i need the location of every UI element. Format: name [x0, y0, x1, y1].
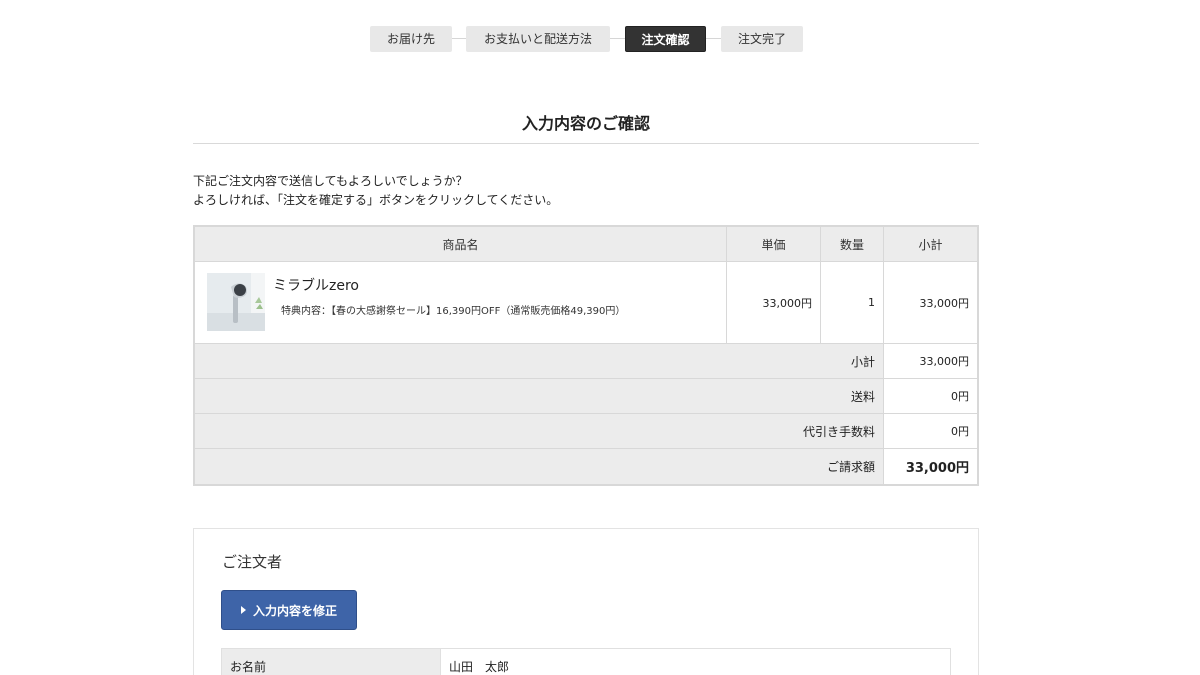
edit-button-label: 入力内容を修正	[252, 603, 337, 618]
summary-value: 33,000円	[884, 344, 977, 378]
table-header-row: 商品名 単価 数量 小計	[195, 227, 977, 262]
summary-label: 代引き手数料	[195, 414, 884, 448]
customer-name-row: お名前 山田 太郎	[221, 648, 951, 675]
summary-row-shipping: 送料 0円	[195, 379, 977, 414]
step-order-complete: 注文完了	[721, 26, 803, 52]
customer-section-title: ご注文者	[222, 553, 283, 571]
page-title: 入力内容のご確認	[521, 114, 650, 133]
summary-label: 小計	[195, 344, 884, 378]
summary-label: 送料	[195, 379, 884, 413]
intro-line-2: よろしければ、「注文を確定する」ボタンをクリックしてください。	[193, 193, 559, 207]
customer-name-value: 山田 太郎	[449, 660, 510, 674]
product-quantity: 1	[821, 262, 884, 343]
checkout-steps: お届け先 お支払いと配送方法 注文確認 注文完了	[370, 26, 803, 52]
table-row: ミラブルzero 特典内容：【春の大感謝祭セール】16,390円OFF（通常販売…	[195, 262, 977, 344]
summary-row-cod-fee: 代引き手数料 0円	[195, 414, 977, 449]
product-benefit-note: 特典内容：【春の大感謝祭セール】16,390円OFF（通常販売価格49,390円…	[281, 306, 626, 317]
summary-total-value: 33,000円	[884, 449, 977, 484]
header-unit-price: 単価	[727, 227, 821, 261]
customer-card: ご注文者 入力内容を修正 お名前 山田 太郎	[193, 528, 979, 675]
title-divider	[193, 143, 979, 144]
product-unit-price: 33,000円	[727, 262, 821, 343]
product-name: ミラブルzero	[273, 278, 359, 294]
product-subtotal: 33,000円	[919, 296, 970, 310]
customer-name-label: お名前	[222, 649, 441, 675]
summary-label: ご請求額	[195, 449, 884, 484]
caret-right-icon	[240, 606, 246, 614]
header-subtotal: 小計	[918, 237, 943, 252]
product-cell: ミラブルzero 特典内容：【春の大感謝祭セール】16,390円OFF（通常販売…	[195, 262, 727, 343]
order-table: 商品名 単価 数量 小計 ミラブルzero 特典内容：【春の大感謝祭セール】16…	[193, 225, 979, 486]
step-delivery: お届け先	[370, 26, 452, 52]
intro-line-1: 下記ご注文内容で送信してもよろしいでしょうか？	[193, 174, 468, 188]
header-product-name: 商品名	[195, 227, 727, 261]
summary-row-total: ご請求額 33,000円	[195, 449, 977, 484]
header-quantity: 数量	[821, 227, 884, 261]
product-info: ミラブルzero 特典内容：【春の大感謝祭セール】16,390円OFF（通常販売…	[273, 273, 625, 317]
edit-input-button[interactable]: 入力内容を修正	[221, 590, 357, 630]
intro-text: 下記ご注文内容で送信してもよろしいでしょうか？ よろしければ、「注文を確定する」…	[193, 172, 558, 210]
summary-row-subtotal: 小計 33,000円	[195, 344, 977, 379]
step-payment-shipping: お支払いと配送方法	[466, 26, 610, 52]
step-order-confirm: 注文確認	[625, 26, 706, 52]
summary-value: 0円	[884, 414, 977, 448]
product-thumbnail-image	[207, 273, 265, 331]
summary-value: 0円	[884, 379, 977, 413]
